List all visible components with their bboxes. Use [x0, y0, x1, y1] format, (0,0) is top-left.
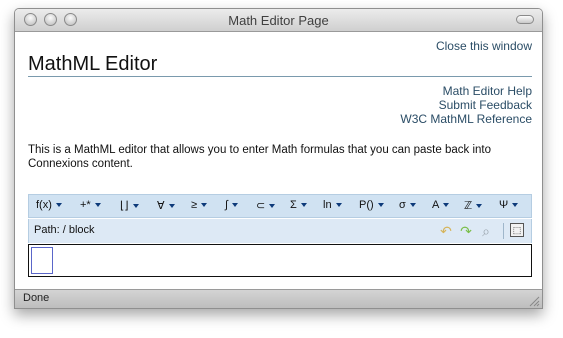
- toolbar-separator: [503, 223, 504, 239]
- subset-menu-button[interactable]: ⊂: [256, 199, 276, 214]
- operators-menu-button[interactable]: +*: [80, 199, 101, 214]
- probability-menu-button[interactable]: P(): [359, 199, 384, 214]
- forall-icon: ∀: [157, 200, 165, 212]
- help-links: Math Editor Help Submit Feedback W3C Mat…: [400, 84, 532, 126]
- greek-menu-button[interactable]: Ψ: [499, 199, 519, 214]
- title-divider: [28, 76, 532, 77]
- title-bar: Math Editor Page: [15, 9, 542, 32]
- chevron-down-icon: [132, 204, 139, 209]
- floor-menu-button[interactable]: ⌊⌋: [120, 199, 139, 214]
- page-title: MathML Editor: [28, 53, 158, 75]
- operators-icon: +*: [80, 199, 91, 211]
- chevron-down-icon: [269, 204, 276, 209]
- editor-description: This is a MathML editor that allows you …: [28, 144, 491, 170]
- number-sets-menu-button[interactable]: ℤ: [464, 199, 483, 214]
- math-toolbar: f(x) +* ⌊⌋ ∀ ≥ ∫ ⊂ Σ ln P() σ A ℤ Ψ: [28, 194, 532, 218]
- chevron-down-icon: [476, 204, 483, 209]
- sum-menu-button[interactable]: Σ: [290, 199, 307, 214]
- sum-icon: Σ: [290, 199, 297, 211]
- chevron-down-icon: [94, 203, 101, 208]
- greek-icon: Ψ: [499, 199, 509, 211]
- matrix-menu-button[interactable]: A: [432, 199, 450, 214]
- chevron-down-icon: [55, 203, 62, 208]
- probability-icon: P(): [359, 199, 374, 211]
- status-text: Done: [23, 292, 50, 304]
- w3c-mathml-reference-link[interactable]: W3C MathML Reference: [400, 112, 532, 126]
- relations-icon: ≥: [191, 199, 198, 211]
- expand-icon[interactable]: ⬚: [510, 223, 524, 237]
- function-menu-button[interactable]: f(x): [36, 199, 62, 214]
- empty-placeholder-box[interactable]: [31, 247, 53, 274]
- floor-icon: ⌊⌋: [120, 200, 129, 212]
- number-sets-icon: ℤ: [464, 200, 473, 212]
- chevron-down-icon: [409, 203, 416, 208]
- close-window-link[interactable]: Close this window: [436, 39, 532, 53]
- function-icon: f(x): [36, 199, 52, 211]
- matrix-icon: A: [432, 199, 440, 211]
- redo-icon[interactable]: ↷: [458, 223, 474, 239]
- subset-icon: ⊂: [256, 200, 266, 212]
- submit-feedback-link[interactable]: Submit Feedback: [400, 98, 532, 112]
- window-title: Math Editor Page: [228, 13, 329, 28]
- page-content: Close this window MathML Editor Math Edi…: [15, 32, 542, 290]
- chevron-down-icon: [232, 203, 239, 208]
- path-bar: Path: / block ↶ ↷ ⌕ ⬚: [28, 219, 532, 243]
- toolbar-toggle-icon[interactable]: [516, 15, 534, 24]
- chevron-down-icon: [443, 203, 450, 208]
- browser-window: Math Editor Page Close this window MathM…: [14, 8, 543, 309]
- log-icon: ln: [323, 199, 332, 211]
- statistics-menu-button[interactable]: σ: [399, 199, 416, 214]
- preview-icon[interactable]: ⌕: [478, 223, 494, 239]
- chevron-down-icon: [201, 203, 208, 208]
- element-path: Path: / block: [34, 224, 95, 236]
- math-editor-help-link[interactable]: Math Editor Help: [400, 84, 532, 98]
- log-menu-button[interactable]: ln: [323, 199, 342, 214]
- math-editor-area[interactable]: [28, 244, 532, 277]
- integral-menu-button[interactable]: ∫: [225, 199, 239, 214]
- chevron-down-icon: [377, 203, 384, 208]
- chevron-down-icon: [300, 203, 307, 208]
- chevron-down-icon: [168, 204, 175, 209]
- integral-icon: ∫: [225, 199, 229, 211]
- resize-grip-icon[interactable]: [528, 295, 540, 307]
- forall-menu-button[interactable]: ∀: [157, 199, 175, 214]
- chevron-down-icon: [512, 203, 519, 208]
- relations-menu-button[interactable]: ≥: [191, 199, 208, 214]
- undo-icon[interactable]: ↶: [438, 223, 454, 239]
- status-bar: Done: [15, 289, 542, 308]
- chevron-down-icon: [335, 203, 342, 208]
- statistics-icon: σ: [399, 199, 406, 211]
